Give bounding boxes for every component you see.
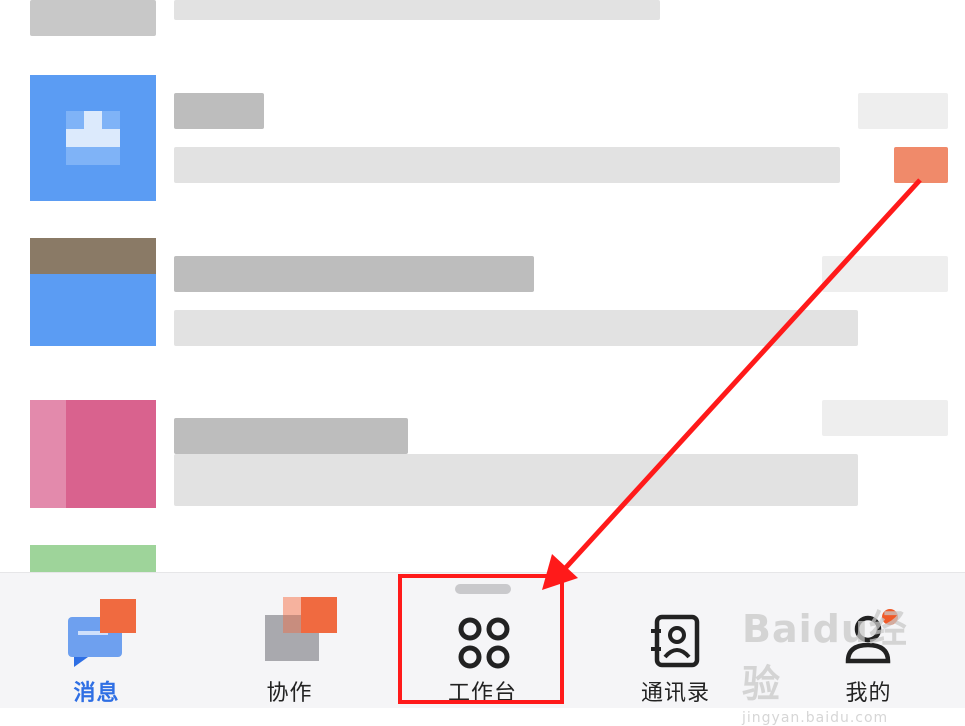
list-item[interactable] <box>0 75 965 205</box>
blurred-title <box>174 418 408 454</box>
list-item[interactable] <box>0 238 965 368</box>
highlight-box <box>398 574 564 704</box>
blurred-time <box>822 400 948 436</box>
avatar <box>30 238 156 346</box>
avatar <box>30 75 156 201</box>
blurred-time <box>858 93 948 129</box>
watermark-brand: Baidu经验 <box>742 607 908 706</box>
tab-messages[interactable]: 消息 <box>0 573 193 708</box>
blurred-time <box>822 256 948 292</box>
tab-label: 消息 <box>73 681 120 706</box>
conversation-list[interactable] <box>0 0 965 580</box>
blurred-title <box>174 93 264 129</box>
tab-label: 协作 <box>266 681 313 706</box>
avatar <box>30 400 156 508</box>
blurred-avatar <box>30 0 156 36</box>
blurred-title <box>174 256 534 292</box>
unread-badge <box>894 147 948 183</box>
contacts-icon <box>651 614 700 668</box>
baidu-watermark: Baidu经验 jingyan.baidu.com <box>742 598 942 726</box>
blurred-text <box>174 147 840 183</box>
watermark-url: jingyan.baidu.com <box>742 710 889 726</box>
blurred-text <box>174 310 858 346</box>
list-item[interactable] <box>0 0 965 40</box>
message-icon <box>68 599 136 667</box>
list-item[interactable] <box>0 400 965 530</box>
blurred-text <box>174 454 858 506</box>
blurred-text <box>174 0 660 20</box>
tab-collaboration[interactable]: 协作 <box>193 573 386 708</box>
collaboration-icon <box>265 597 337 661</box>
